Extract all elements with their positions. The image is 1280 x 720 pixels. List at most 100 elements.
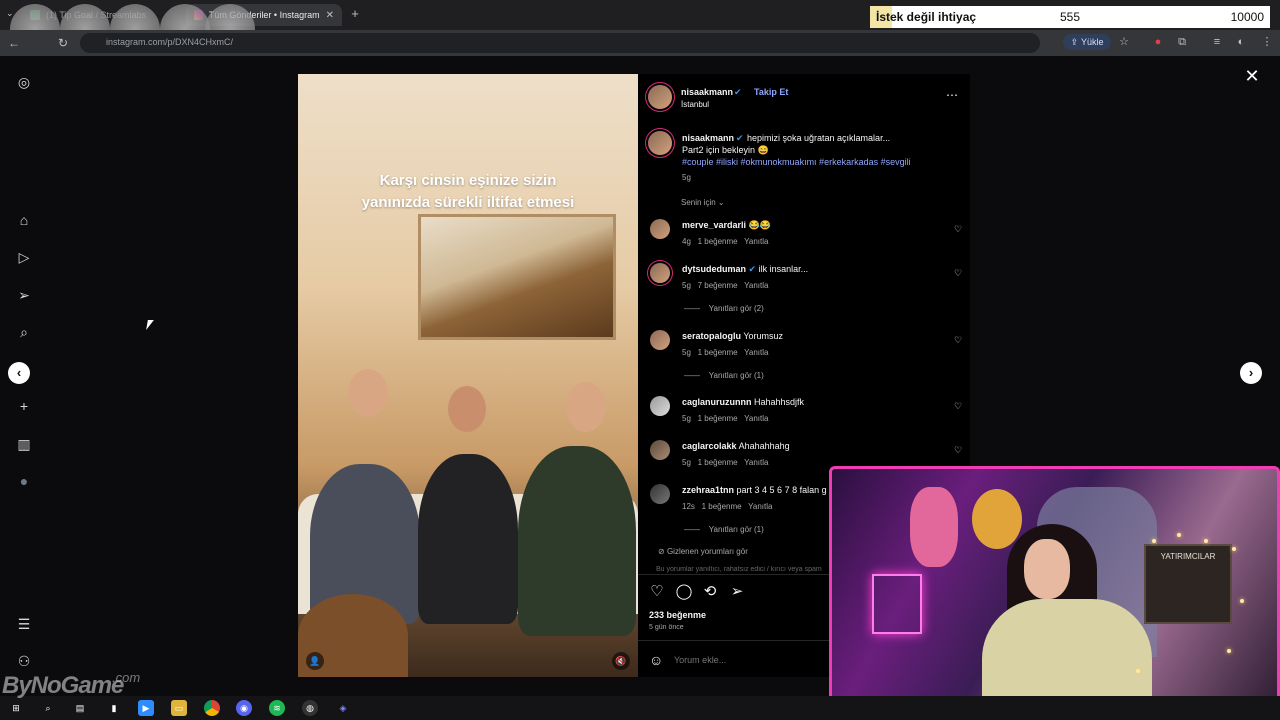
commenter-avatar[interactable] — [650, 330, 670, 350]
author-username[interactable]: nisaakmann — [681, 87, 733, 97]
create-icon[interactable]: + — [14, 396, 34, 416]
search-icon[interactable]: ⌕ — [14, 322, 34, 342]
posted-ago: 5 gün önce — [649, 624, 684, 631]
comment-likes[interactable]: 1 beğenme — [698, 237, 738, 246]
verified-badge-icon: ✔ — [736, 133, 744, 143]
app-icon[interactable]: ◈ — [335, 700, 351, 716]
comment-icon[interactable]: ◯ — [675, 583, 693, 601]
verified-badge-icon: ✔ — [748, 264, 757, 274]
sort-dropdown[interactable]: Senin için ⌄ — [681, 198, 725, 207]
search-icon[interactable]: ⌕ — [40, 700, 56, 716]
comment-text: part 3 4 5 6 7 8 falan g — [736, 485, 827, 495]
profile-icon[interactable]: ● — [14, 471, 34, 491]
verified-badge-icon: ✔ — [734, 87, 742, 97]
start-menu-icon[interactable]: ⊞ — [8, 700, 24, 716]
back-icon[interactable]: ← — [6, 35, 22, 51]
commenter-avatar[interactable] — [650, 440, 670, 460]
comment-heart-icon[interactable]: ♡ — [954, 401, 962, 412]
mute-icon[interactable]: 🔇 — [612, 652, 630, 670]
chrome-icon[interactable] — [204, 700, 220, 716]
reply-button[interactable]: Yanıtla — [748, 502, 772, 511]
comment-input[interactable] — [674, 652, 854, 668]
author-avatar[interactable] — [648, 85, 672, 109]
comment-username[interactable]: zzehraa1tnn — [682, 485, 734, 495]
more-options-icon[interactable]: ⋯ — [946, 88, 958, 102]
comment-heart-icon[interactable]: ♡ — [954, 445, 962, 456]
menu-icon[interactable]: ☰ — [14, 614, 34, 634]
more-icon[interactable]: ⚇ — [14, 651, 34, 671]
person-head — [566, 382, 606, 432]
comment-meta: 5g 7 beğenme Yanıtla — [682, 281, 768, 290]
comment-username[interactable]: seratopaloglu — [682, 331, 741, 341]
author-avatar[interactable] — [648, 131, 672, 155]
yukle-button[interactable]: ⇪ Yükle — [1063, 34, 1111, 50]
comment-heart-icon[interactable]: ♡ — [954, 224, 962, 235]
caption-username[interactable]: nisaakmann — [682, 133, 734, 143]
discord-icon[interactable]: ◉ — [236, 700, 252, 716]
comment-username[interactable]: dytsudeduman — [682, 264, 746, 274]
reply-button[interactable]: Yanıtla — [744, 237, 768, 246]
reels-icon[interactable]: ▷ — [14, 247, 34, 267]
tagged-users-icon[interactable]: 👤 — [306, 652, 324, 670]
likes-count[interactable]: 233 beğenme — [649, 610, 706, 620]
comment-likes[interactable]: 1 beğenme — [698, 348, 738, 357]
heart-icon[interactable]: ♡ — [648, 583, 666, 601]
file-explorer-icon[interactable]: ▭ — [171, 700, 187, 716]
comment-likes[interactable]: 1 beğenme — [698, 458, 738, 467]
caption-hashtags[interactable]: #couple #iliski #okmunokmuakımı #erkekar… — [682, 157, 911, 167]
kebab-menu-icon[interactable]: ⋮ — [1260, 35, 1274, 49]
commenter-avatar[interactable] — [650, 484, 670, 504]
reply-button[interactable]: Yanıtla — [744, 348, 768, 357]
obs-icon[interactable]: ◍ — [302, 700, 318, 716]
view-replies-button[interactable]: —— Yanıtları gör (1) — [684, 371, 764, 380]
insights-icon[interactable]: ▥ — [14, 434, 34, 454]
view-replies-button[interactable]: —— Yanıtları gör (2) — [684, 304, 764, 313]
extensions-icon[interactable]: ⧉ — [1175, 35, 1189, 49]
commenter-avatar[interactable] — [650, 219, 670, 239]
close-tab-icon[interactable]: ✕ — [326, 10, 334, 21]
previous-post-button[interactable]: ‹ — [8, 362, 30, 384]
comment-username[interactable]: caglarcolakk — [682, 441, 737, 451]
profile-avatar-icon[interactable]: ◐ — [1234, 35, 1248, 49]
next-post-button[interactable]: › — [1240, 362, 1262, 384]
comment-heart-icon[interactable]: ♡ — [954, 335, 962, 346]
instagram-icon[interactable]: ◎ — [14, 72, 34, 92]
wall-painting — [418, 214, 616, 340]
post-media[interactable]: Karşı cinsin eşinize sizin yanınızda sür… — [298, 74, 638, 677]
task-view-icon[interactable]: ▤ — [72, 700, 88, 716]
hidden-comments-button[interactable]: ⊘ Gizlenen yorumları gör — [658, 547, 748, 556]
comment-username[interactable]: caglanuruzunnn — [682, 397, 752, 407]
home-icon[interactable]: ⌂ — [14, 210, 34, 230]
spotify-icon[interactable]: ≋ — [269, 700, 285, 716]
commenter-avatar[interactable] — [650, 396, 670, 416]
bookmark-star-icon[interactable]: ☆ — [1117, 35, 1131, 49]
zoom-app-icon[interactable]: ▶ — [138, 700, 154, 716]
share-icon[interactable]: ➢ — [728, 583, 746, 601]
view-replies-button[interactable]: —— Yanıtları gör (1) — [684, 525, 764, 534]
url-field[interactable]: instagram.com/p/DXN4CHxmC/ — [80, 33, 1040, 53]
extension-record-icon[interactable]: ● — [1151, 35, 1165, 49]
comment-meta: 5g 1 beğenme Yanıtla — [682, 348, 768, 357]
reply-button[interactable]: Yanıtla — [744, 458, 768, 467]
commenter-avatar[interactable] — [650, 263, 670, 283]
comment-likes[interactable]: 1 beğenme — [702, 502, 742, 511]
watermark-tld: .com — [112, 670, 141, 685]
comment-likes[interactable]: 7 beğenme — [698, 281, 738, 290]
reply-button[interactable]: Yanıtla — [744, 414, 768, 423]
reload-icon[interactable]: ↻ — [55, 35, 71, 51]
comment-heart-icon[interactable]: ♡ — [954, 268, 962, 279]
reply-button[interactable]: Yanıtla — [744, 281, 768, 290]
fairy-light — [1232, 547, 1236, 551]
reading-list-icon[interactable]: ≡ — [1210, 35, 1224, 49]
comment-username[interactable]: merve_vardarli — [682, 220, 746, 230]
file-icon[interactable]: ▮ — [106, 700, 122, 716]
send-icon[interactable]: ➢ — [14, 285, 34, 305]
repost-icon[interactable]: ⟲ — [701, 583, 719, 601]
new-tab-icon[interactable]: + — [348, 7, 362, 21]
comment-text: Yorumsuz — [743, 331, 784, 341]
close-icon[interactable]: ✕ — [1242, 66, 1262, 86]
follow-button[interactable]: Takip Et — [754, 87, 788, 97]
post-location[interactable]: İstanbul — [681, 100, 709, 109]
comment-likes[interactable]: 1 beğenme — [698, 414, 738, 423]
emoji-icon[interactable]: ☺ — [649, 652, 663, 668]
